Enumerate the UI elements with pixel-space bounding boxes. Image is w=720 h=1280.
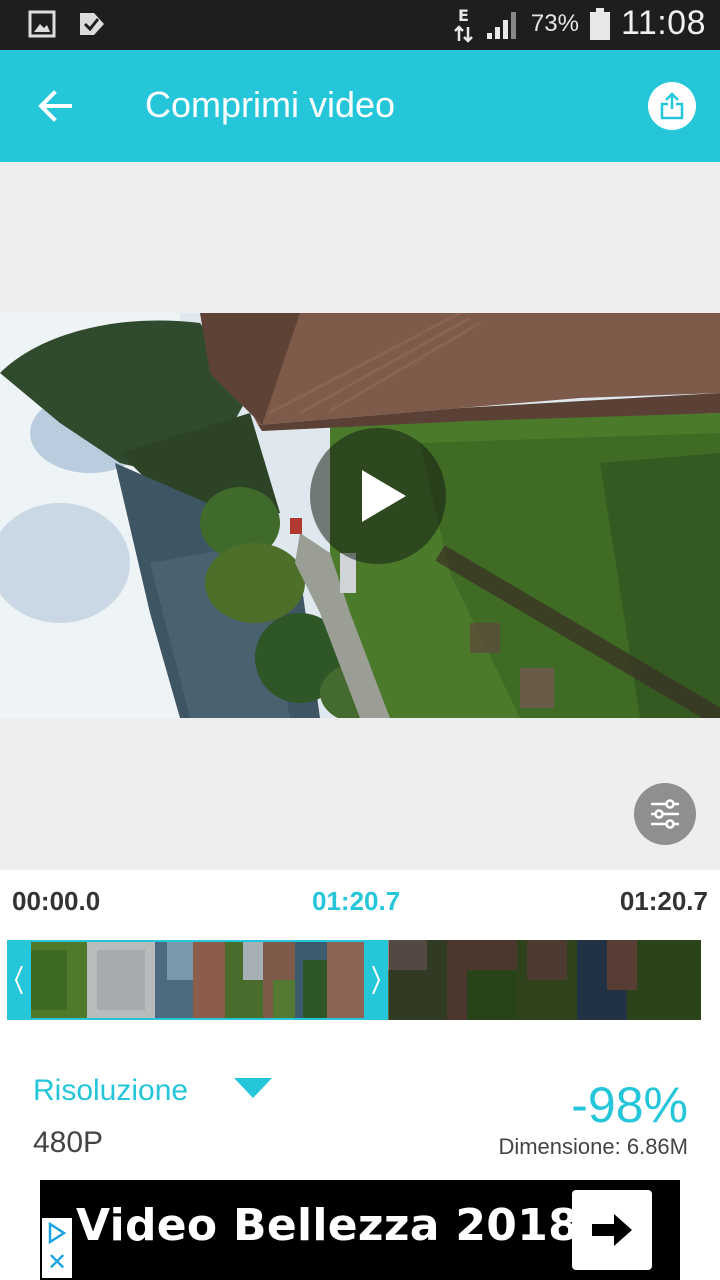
share-button[interactable] [648, 82, 696, 130]
ad-banner[interactable]: ✕ Video Bellezza 2018 [40, 1180, 680, 1280]
data-transfer-icon: E [454, 6, 473, 43]
arrow-right-icon [592, 1214, 632, 1246]
chevron-right-icon [372, 965, 381, 995]
arrow-left-icon [38, 90, 72, 122]
unselected-region-overlay [389, 940, 701, 1020]
status-bar: E 73% 11:08 [0, 0, 720, 50]
app-bar: Comprimi video [0, 50, 720, 162]
trim-start-handle[interactable] [7, 940, 31, 1020]
adchoices-icon[interactable] [42, 1218, 72, 1248]
battery-icon [589, 7, 610, 40]
output-size: Dimensione: 6.86M [498, 1134, 688, 1159]
share-icon [660, 92, 684, 120]
size-reduction-percent: -98% [571, 1077, 688, 1133]
status-notifications [28, 9, 106, 39]
trim-selection [7, 940, 388, 1020]
page-title: Comprimi video [145, 84, 396, 125]
task-done-notification-icon [80, 13, 104, 35]
play-icon [362, 470, 406, 522]
adjust-settings-button[interactable] [634, 783, 696, 845]
ad-close-button[interactable]: ✕ [42, 1248, 72, 1278]
video-filmstrip[interactable] [7, 940, 701, 1020]
ad-headline: Video Bellezza 2018 [76, 1200, 580, 1251]
trim-end-handle[interactable] [364, 940, 388, 1020]
status-indicators: E 73% 11:08 [453, 4, 706, 43]
selected-duration: 01:20.7 [312, 886, 401, 916]
trim-start-time: 00:00.0 [12, 886, 101, 916]
ad-open-button[interactable] [572, 1190, 652, 1270]
trim-end-time: 01:20.7 [619, 886, 708, 916]
gallery-notification-icon [28, 10, 56, 38]
clock: 11:08 [620, 4, 706, 42]
back-button[interactable] [30, 80, 82, 132]
svg-text:E: E [458, 6, 469, 25]
resolution-dropdown-button[interactable] [232, 1076, 274, 1104]
play-button[interactable] [310, 428, 446, 564]
signal-icon [486, 11, 516, 39]
sliders-icon [651, 799, 679, 829]
battery-percent: 73% [530, 9, 579, 37]
video-preview-area [0, 162, 720, 870]
triangle-down-icon [234, 1078, 272, 1098]
chevron-left-icon [14, 965, 23, 995]
video-preview[interactable] [0, 313, 720, 718]
resolution-value: 480P [33, 1126, 104, 1159]
resolution-label[interactable]: Risoluzione [33, 1074, 188, 1108]
